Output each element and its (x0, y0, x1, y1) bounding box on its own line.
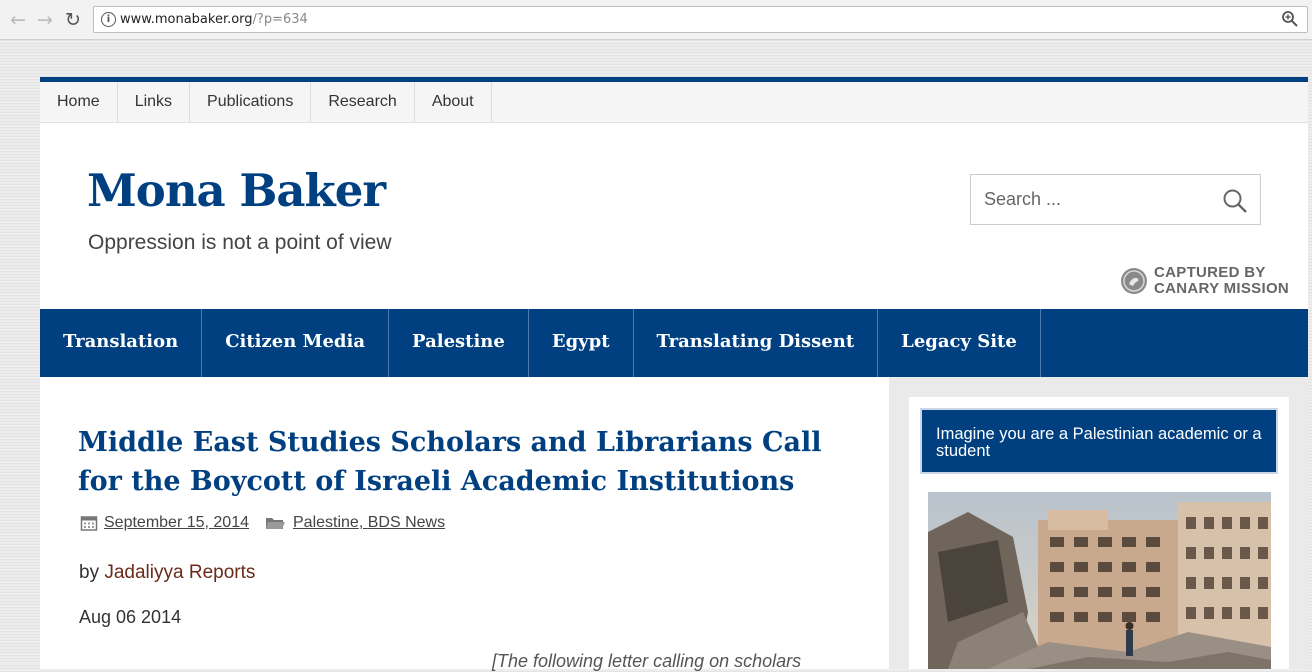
mainnav-legacy-site[interactable]: Legacy Site (878, 309, 1041, 377)
topnav-links[interactable]: Links (118, 82, 191, 122)
topnav-home[interactable]: Home (40, 82, 118, 122)
topnav-about[interactable]: About (415, 82, 492, 122)
reload-icon[interactable]: ↻ (62, 9, 84, 31)
mainnav-egypt[interactable]: Egypt (529, 309, 634, 377)
search-input[interactable] (984, 189, 1204, 210)
post-excerpt: [The following letter calling on scholar… (492, 651, 802, 671)
category-link-bds-news[interactable]: BDS News (368, 514, 445, 532)
category-link-palestine[interactable]: Palestine (293, 514, 359, 532)
mainnav-translation[interactable]: Translation (40, 309, 203, 377)
canary-mission-watermark: CAPTURED BY CANARY MISSION (1120, 265, 1289, 297)
mainnav-palestine[interactable]: Palestine (389, 309, 529, 377)
byline-prefix: by (79, 562, 105, 583)
url-domain: www.monabaker.org (120, 12, 253, 27)
post-title[interactable]: Middle East Studies Scholars and Librari… (78, 423, 868, 501)
watermark-text: CAPTURED BY CANARY MISSION (1154, 265, 1289, 297)
watermark-line-1: CAPTURED BY (1154, 264, 1266, 281)
mainnav-translating-dissent[interactable]: Translating Dissent (634, 309, 879, 377)
url-path: /?p=634 (252, 12, 308, 27)
info-icon[interactable]: i (101, 12, 116, 27)
author-link[interactable]: Jadaliyya Reports (104, 562, 255, 583)
folder-icon (266, 518, 285, 529)
post-date-link[interactable]: September 15, 2014 (104, 514, 249, 532)
topnav-publications[interactable]: Publications (190, 82, 312, 122)
forward-arrow-icon[interactable]: → (34, 9, 56, 31)
back-arrow-icon[interactable]: ← (7, 9, 29, 31)
widget-title[interactable]: Imagine you are a Palestinian academic o… (920, 408, 1278, 474)
search-box (970, 174, 1261, 225)
source-date: Aug 06 2014 (79, 607, 182, 627)
bombed-building-photo[interactable] (928, 492, 1271, 669)
post-meta: September 15, 2014 Palestine, BDS News (80, 514, 445, 532)
site-title[interactable]: Mona Baker (87, 164, 386, 217)
browser-toolbar: ← → ↻ i www.monabaker.org/?p=634 (0, 0, 1312, 40)
post-byline: by Jadaliyya Reports (79, 562, 255, 584)
address-bar[interactable]: i www.monabaker.org/?p=634 (93, 6, 1308, 33)
topnav-research[interactable]: Research (311, 82, 415, 122)
canary-bird-icon (1121, 268, 1147, 294)
site-tagline: Oppression is not a point of view (88, 231, 392, 254)
category-separator: , (358, 514, 368, 531)
top-navigation: Home Links Publications Research About (40, 82, 1308, 123)
main-navigation: Translation Citizen Media Palestine Egyp… (40, 309, 1308, 377)
calendar-icon (80, 516, 98, 531)
zoom-icon[interactable] (1281, 10, 1299, 28)
watermark-line-2: CANARY MISSION (1154, 280, 1290, 297)
mainnav-citizen-media[interactable]: Citizen Media (202, 309, 390, 377)
sidebar-widget: Imagine you are a Palestinian academic o… (909, 397, 1289, 669)
url-text[interactable]: www.monabaker.org/?p=634 (120, 12, 308, 27)
page-container: Home Links Publications Research About M… (40, 77, 1308, 671)
search-icon[interactable] (1222, 188, 1248, 214)
